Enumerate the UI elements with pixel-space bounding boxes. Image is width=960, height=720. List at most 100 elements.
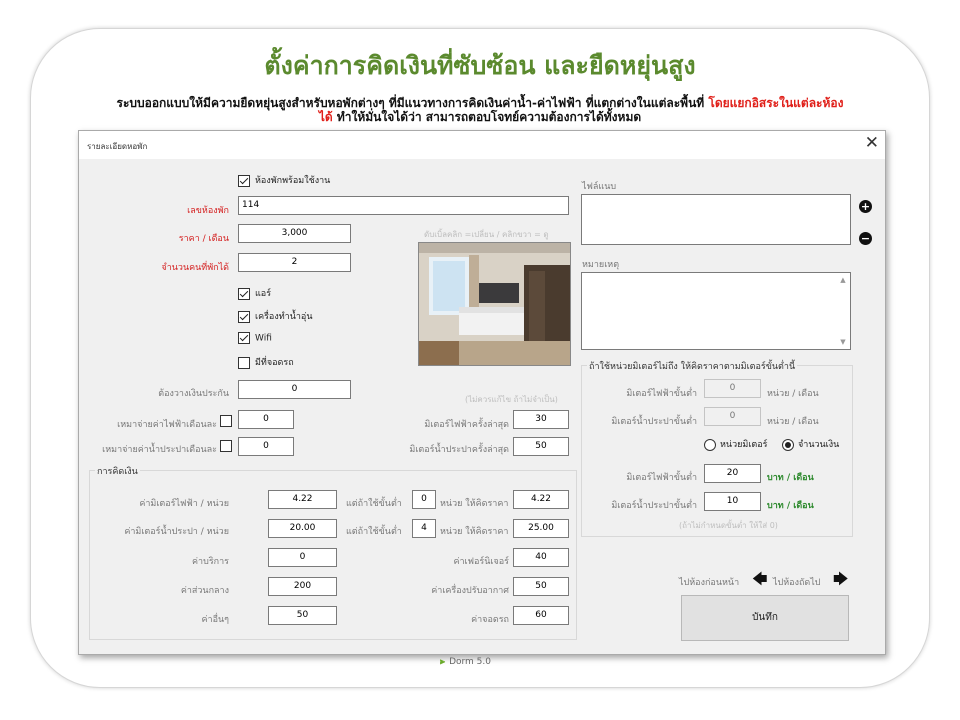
radio-money-amount[interactable]: จำนวนเงิน — [782, 437, 839, 451]
notes-label: หมายเหตุ — [582, 260, 620, 270]
minimum-group-title: ถ้าใช้หน่วยมิเตอร์ไม่ถึง ให้คิดราคาตามมิ… — [587, 359, 798, 373]
radio-meter-units[interactable]: หน่วยมิเตอร์ — [704, 437, 768, 451]
min-elec-money-input[interactable]: 20 — [704, 464, 761, 483]
price-input[interactable]: 3,000 — [238, 224, 351, 243]
price-label: ราคา / เดือน — [178, 234, 229, 244]
amenity-aircon-checkbox[interactable]: แอร์ — [238, 286, 271, 300]
elec-min-price-input[interactable]: 4.22 — [513, 490, 569, 509]
save-button[interactable]: บันทึก — [681, 595, 849, 641]
water-advance-input[interactable]: 0 — [238, 437, 294, 456]
scroll-down-icon[interactable]: ▼ — [838, 338, 848, 346]
room-photo[interactable] — [418, 242, 571, 366]
window-titlebar: รายละเอียดหอพัก ✕ — [79, 131, 885, 159]
deposit-input[interactable]: 0 — [238, 380, 351, 399]
last-water-input[interactable]: 50 — [513, 437, 569, 456]
min-elec-money-unit: บาท / เดือน — [767, 473, 814, 483]
attachments-list[interactable] — [581, 194, 851, 245]
water-advance-checkbox[interactable] — [220, 440, 232, 452]
capacity-label: จำนวนคนที่พักได้ — [161, 263, 229, 273]
furniture-fee-label: ค่าเฟอร์นิเจอร์ — [453, 557, 509, 567]
other-fee-label: ค่าอื่นๆ — [201, 615, 229, 625]
room-no-input[interactable]: 114 — [238, 196, 569, 215]
min-water-units-input[interactable]: 0 — [704, 407, 761, 426]
min-water-money-unit: บาท / เดือน — [767, 501, 814, 511]
amenity-label: เครื่องทำน้ำอุ่น — [255, 312, 313, 322]
room-ready-checkbox[interactable]: ห้องพักพร้อมใช้งาน — [238, 173, 330, 187]
amenity-heater-checkbox[interactable]: เครื่องทำน้ำอุ่น — [238, 309, 312, 323]
common-fee-label: ค่าส่วนกลาง — [180, 586, 229, 596]
water-rate-input[interactable]: 20.00 — [268, 519, 337, 538]
subtitle-part1: ระบบออกแบบให้มีความยืดหยุ่นสูงสำหรับหอพั… — [116, 96, 709, 110]
radio-dot — [704, 438, 716, 451]
water-min-label: แต่ถ้าใช้ขั้นต่ำ — [346, 527, 402, 537]
elec-advance-label: เหมาจ่ายค่าไฟฟ้าเดือนละ — [117, 420, 217, 430]
footer-version: Dorm 5.0 — [449, 657, 491, 667]
checkbox-box — [238, 287, 250, 300]
next-room-label[interactable]: ไปห้องถัดไป — [773, 575, 821, 589]
headline: ตั้งค่าการคิดเงินที่ซับซ้อน และยืดหยุ่นส… — [264, 51, 696, 80]
window-title: รายละเอียดหอพัก — [87, 142, 148, 151]
amenity-parking-checkbox[interactable]: มีที่จอดรถ — [238, 355, 294, 369]
amenity-label: Wifi — [255, 333, 272, 344]
amenity-label: แอร์ — [255, 289, 272, 299]
elec-advance-input[interactable]: 0 — [238, 410, 294, 429]
subtitle: ระบบออกแบบให้มีความยืดหยุ่นสูงสำหรับหอพั… — [110, 96, 850, 124]
scroll-up-icon[interactable]: ▲ — [838, 276, 848, 284]
prev-room-label[interactable]: ไปห้องก่อนหน้า — [679, 575, 739, 589]
elec-min-label: แต่ถ้าใช้ขั้นต่ำ — [346, 499, 402, 509]
service-fee-label: ค่าบริการ — [192, 557, 229, 567]
min-elec-units-label: มิเตอร์ไฟฟ้าขั้นต่ำ — [626, 389, 697, 399]
last-elec-label: มิเตอร์ไฟฟ้าครั้งล่าสุด — [424, 420, 509, 430]
radio-label: หน่วยมิเตอร์ — [720, 440, 768, 450]
common-fee-input[interactable]: 200 — [268, 577, 337, 596]
photo-hint: ดับเบิ้ลคลิก =เปลี่ยน / คลิกขวา = ดู — [424, 230, 549, 239]
close-icon[interactable]: ✕ — [865, 133, 879, 153]
deposit-hint: (ไม่ควรแก้ไข ถ้าไม่จำเป็น) — [465, 395, 558, 404]
room-no-label: เลขห้องพัก — [187, 206, 229, 216]
parking-fee-label: ค่าจอดรถ — [471, 615, 509, 625]
min-elec-units-unit: หน่วย / เดือน — [767, 389, 819, 399]
room-ready-label: ห้องพักพร้อมใช้งาน — [255, 176, 331, 186]
minimum-hint: (ถ้าไม่กำหนดขั้นต่ำ ให้ใส่ 0) — [679, 521, 778, 530]
radio-label: จำนวนเงิน — [798, 440, 840, 450]
other-fee-input[interactable]: 50 — [268, 606, 337, 625]
dorm-logo-icon: ⫸ — [440, 657, 446, 667]
min-water-units-label: มิเตอร์น้ำประปาขั้นต่ำ — [611, 417, 697, 427]
water-min-unit-label: หน่วย ให้คิดราคา — [440, 527, 509, 537]
aircon-fee-label: ค่าเครื่องปรับอากาศ — [431, 586, 509, 596]
min-water-units-unit: หน่วย / เดือน — [767, 417, 819, 427]
elec-advance-checkbox[interactable] — [220, 415, 232, 427]
water-rate-label: ค่ามิเตอร์น้ำประปา / หน่วย — [124, 527, 229, 537]
last-water-label: มิเตอร์น้ำประปาครั้งล่าสุด — [409, 445, 509, 455]
footer: ⫸ Dorm 5.0 — [440, 657, 491, 667]
checkbox-box — [238, 332, 250, 344]
checkbox-box — [238, 310, 250, 323]
remove-attachment-icon[interactable]: − — [859, 232, 872, 245]
min-elec-units-input[interactable]: 0 — [704, 379, 761, 398]
next-room-arrow-icon[interactable]: 🡆 — [833, 572, 849, 587]
amenity-wifi-checkbox[interactable]: Wifi — [238, 332, 272, 346]
elec-min-units-input[interactable]: 0 — [412, 490, 436, 509]
parking-fee-input[interactable]: 60 — [513, 606, 569, 625]
elec-rate-input[interactable]: 4.22 — [268, 490, 337, 509]
min-water-money-label: มิเตอร์น้ำประปาขั้นต่ำ — [611, 501, 697, 511]
min-elec-money-label: มิเตอร์ไฟฟ้าขั้นต่ำ — [626, 473, 697, 483]
room-photo-image — [419, 243, 570, 365]
water-advance-label: เหมาจ่ายค่าน้ำประปาเดือนละ — [102, 445, 217, 455]
last-elec-input[interactable]: 30 — [513, 410, 569, 429]
furniture-fee-input[interactable]: 40 — [513, 548, 569, 567]
deposit-label: ต้องวางเงินประกัน — [158, 389, 229, 399]
capacity-input[interactable]: 2 — [238, 253, 351, 272]
water-min-price-input[interactable]: 25.00 — [513, 519, 569, 538]
add-attachment-icon[interactable]: + — [859, 200, 872, 213]
prev-room-arrow-icon[interactable]: 🡄 — [752, 572, 768, 587]
notes-textarea[interactable]: ▲ ▼ — [581, 272, 851, 350]
service-fee-input[interactable]: 0 — [268, 548, 337, 567]
aircon-fee-input[interactable]: 50 — [513, 577, 569, 596]
checkbox-box — [238, 174, 250, 187]
min-water-money-input[interactable]: 10 — [704, 492, 761, 511]
water-min-units-input[interactable]: 4 — [412, 519, 436, 538]
attachments-label: ไฟล์แนบ — [582, 182, 617, 192]
amenity-label: มีที่จอดรถ — [255, 358, 294, 368]
subtitle-part3: ทำให้มั่นใจได้ว่า สามารถตอบโจทย์ความต้อง… — [332, 110, 642, 124]
